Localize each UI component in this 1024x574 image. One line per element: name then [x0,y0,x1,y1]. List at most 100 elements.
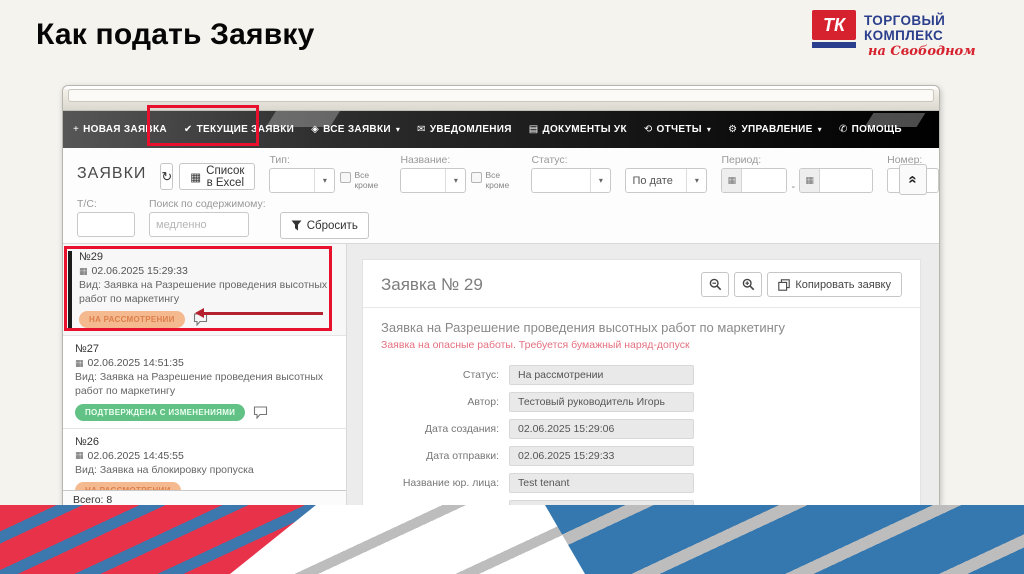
status-badge: НА РАССМОТРЕНИИ [79,311,185,329]
request-number: №27 [75,343,100,356]
period-from-input[interactable] [742,169,787,192]
refresh-icon: ↻ [161,168,173,184]
status-select[interactable]: ▾ [531,168,612,193]
nav-item-notifications[interactable]: ✉ УВЕДОМЛЕНИЯ [417,124,512,135]
period-to-input[interactable] [820,169,873,192]
status-filter-label: Статус: [531,154,568,166]
field-value-author: Тестовый руководитель Игорь [509,392,694,412]
name-all-except-checkbox[interactable] [471,172,483,184]
period-filter-label: Период: [721,154,762,166]
request-date: 02.06.2025 15:29:33 [91,265,188,277]
logo-line2: на Свободном [868,44,976,59]
field-label: Дата отправки: [426,450,499,462]
type-all-except-checkbox[interactable] [340,172,352,184]
field-label: Название юр. лица: [402,477,499,489]
detail-title: Заявка № 29 [381,274,483,294]
field-value-status: На рассмотрении [509,365,694,385]
request-list: №29 ▦ 02.06.2025 15:29:33 Вид: Заявка на… [63,244,347,505]
period-from-field: ▦ [721,168,788,193]
field-value-sent: 02.06.2025 15:29:33 [509,446,694,466]
chevron-down-icon: ▾ [706,125,712,134]
list-item-27[interactable]: №27 ▦ 02.06.2025 14:51:35 Вид: Заявка на… [63,336,346,429]
gear-icon: ⚙ [728,124,738,135]
field-label: Дата создания: [424,423,499,435]
tc-input[interactable] [77,212,135,237]
magnifier-minus-icon [709,278,722,291]
copy-request-button[interactable]: Копировать заявку [767,272,902,297]
request-date: 02.06.2025 14:45:55 [87,449,184,462]
chevron-down-icon: ▾ [395,125,401,134]
period-dash: - [791,180,796,193]
field-label: Автор: [467,396,499,408]
request-kind: Вид: Заявка на блокировку пропуска [75,463,254,476]
search-input[interactable] [149,212,249,237]
danger-note: Заявка на опасные работы. Требуется бума… [381,339,690,351]
chevron-down-icon: ▾ [314,169,334,192]
check-icon: ✔ [183,124,193,135]
nav-item-current-requests[interactable]: ✔ ТЕКУЩИЕ ЗАЯВКИ [184,124,294,135]
excel-export-button[interactable]: ▦ Список в Excel [179,163,256,190]
field-value-created: 02.06.2025 15:29:06 [509,419,694,439]
main-nav: + НОВАЯ ЗАЯВКА ✔ ТЕКУЩИЕ ЗАЯВКИ ◈ ВСЕ ЗА… [63,111,939,148]
request-kind: Вид: Заявка на Разрешение проведения выс… [79,279,328,305]
list-total: Всего: 8 [63,490,346,505]
sort-by-date-select[interactable]: По дате ▾ [625,168,708,193]
refresh-button[interactable]: ↻ [160,163,174,190]
collapse-filters-button[interactable]: « [899,164,927,195]
request-number: №29 [79,251,104,263]
name-select[interactable]: ▾ [400,168,467,193]
tc-label: Т/С: [77,198,97,210]
nav-item-new-request[interactable]: + НОВАЯ ЗАЯВКА [73,124,167,135]
document-icon: ▤ [528,124,539,135]
comment-icon [254,406,268,419]
search-label: Поиск по содержимому: [149,198,266,210]
calendar-icon[interactable]: ▦ [800,169,821,192]
chevron-down-icon: ▾ [445,169,465,192]
plus-icon: + [73,124,80,135]
nav-item-all-requests[interactable]: ◈ ВСЕ ЗАЯВКИ ▾ [311,124,400,135]
zoom-out-button[interactable] [701,272,730,297]
content-area: №29 ▦ 02.06.2025 15:29:33 Вид: Заявка на… [63,244,939,505]
divider [363,307,920,308]
calendar-icon[interactable]: ▦ [722,169,743,192]
nav-item-help[interactable]: ✆ ПОМОЩЬ [839,124,902,135]
field-label: Статус: [462,369,499,381]
panel-title: ЗАЯВКИ [77,165,147,182]
calendar-icon: ▦ [79,265,88,276]
all-except-label: Все кроме [485,170,510,190]
help-bubble-icon: ✆ [838,124,848,135]
zoom-in-button[interactable] [734,272,763,297]
request-date: 02.06.2025 14:51:35 [87,357,184,370]
logo-mark: ТК [812,10,856,59]
envelope-icon: ✉ [417,124,426,135]
tags-icon: ◈ [311,124,320,135]
filters-panel: ЗАЯВКИ ↻ ▦ Список в Excel Тип: ▾ Все кро… [63,148,939,244]
magnifier-plus-icon [742,278,755,291]
history-icon: ⟲ [643,124,653,135]
list-item-29[interactable]: №29 ▦ 02.06.2025 15:29:33 Вид: Заявка на… [63,244,346,337]
nav-item-documents[interactable]: ▤ ДОКУМЕНТЫ УК [529,124,627,135]
slide: Как подать Заявку ТК ТОРГОВЫЙ КОМПЛЕКС н… [0,0,1024,574]
chevron-down-icon: ▾ [590,169,610,192]
request-type-heading: Заявка на Разрешение проведения высотных… [381,320,786,335]
status-badge: ПОДТВЕРЖДЕНА С ИЗМЕНЕНИЯМИ [75,403,246,421]
type-filter-label: Тип: [269,154,290,166]
comment-icon [193,313,207,327]
request-detail-panel: Заявка № 29 Копировать заявку Заявка на … [362,259,921,505]
copy-icon [778,278,791,291]
field-value-legal-entity: Test tenant [509,473,694,493]
company-logo: ТК ТОРГОВЫЙ КОМПЛЕКС на Свободном [812,10,1024,59]
name-filter-label: Название: [400,154,451,166]
logo-bar [812,42,856,48]
chevron-down-icon: ▾ [686,169,706,192]
address-bar[interactable] [68,89,934,102]
browser-bar [63,89,939,111]
nav-item-reports[interactable]: ⟲ ОТЧЕТЫ ▾ [644,124,711,135]
request-kind: Вид: Заявка на Разрешение проведения выс… [75,371,324,397]
all-except-label: Все кроме [354,170,379,190]
calendar-icon: ▦ [75,450,84,461]
type-select[interactable]: ▾ [269,168,336,193]
double-chevron-up-icon: « [904,175,922,184]
nav-item-management[interactable]: ⚙ УПРАВЛЕНИЕ ▾ [728,124,822,135]
reset-filters-button[interactable]: Сбросить [279,212,369,239]
